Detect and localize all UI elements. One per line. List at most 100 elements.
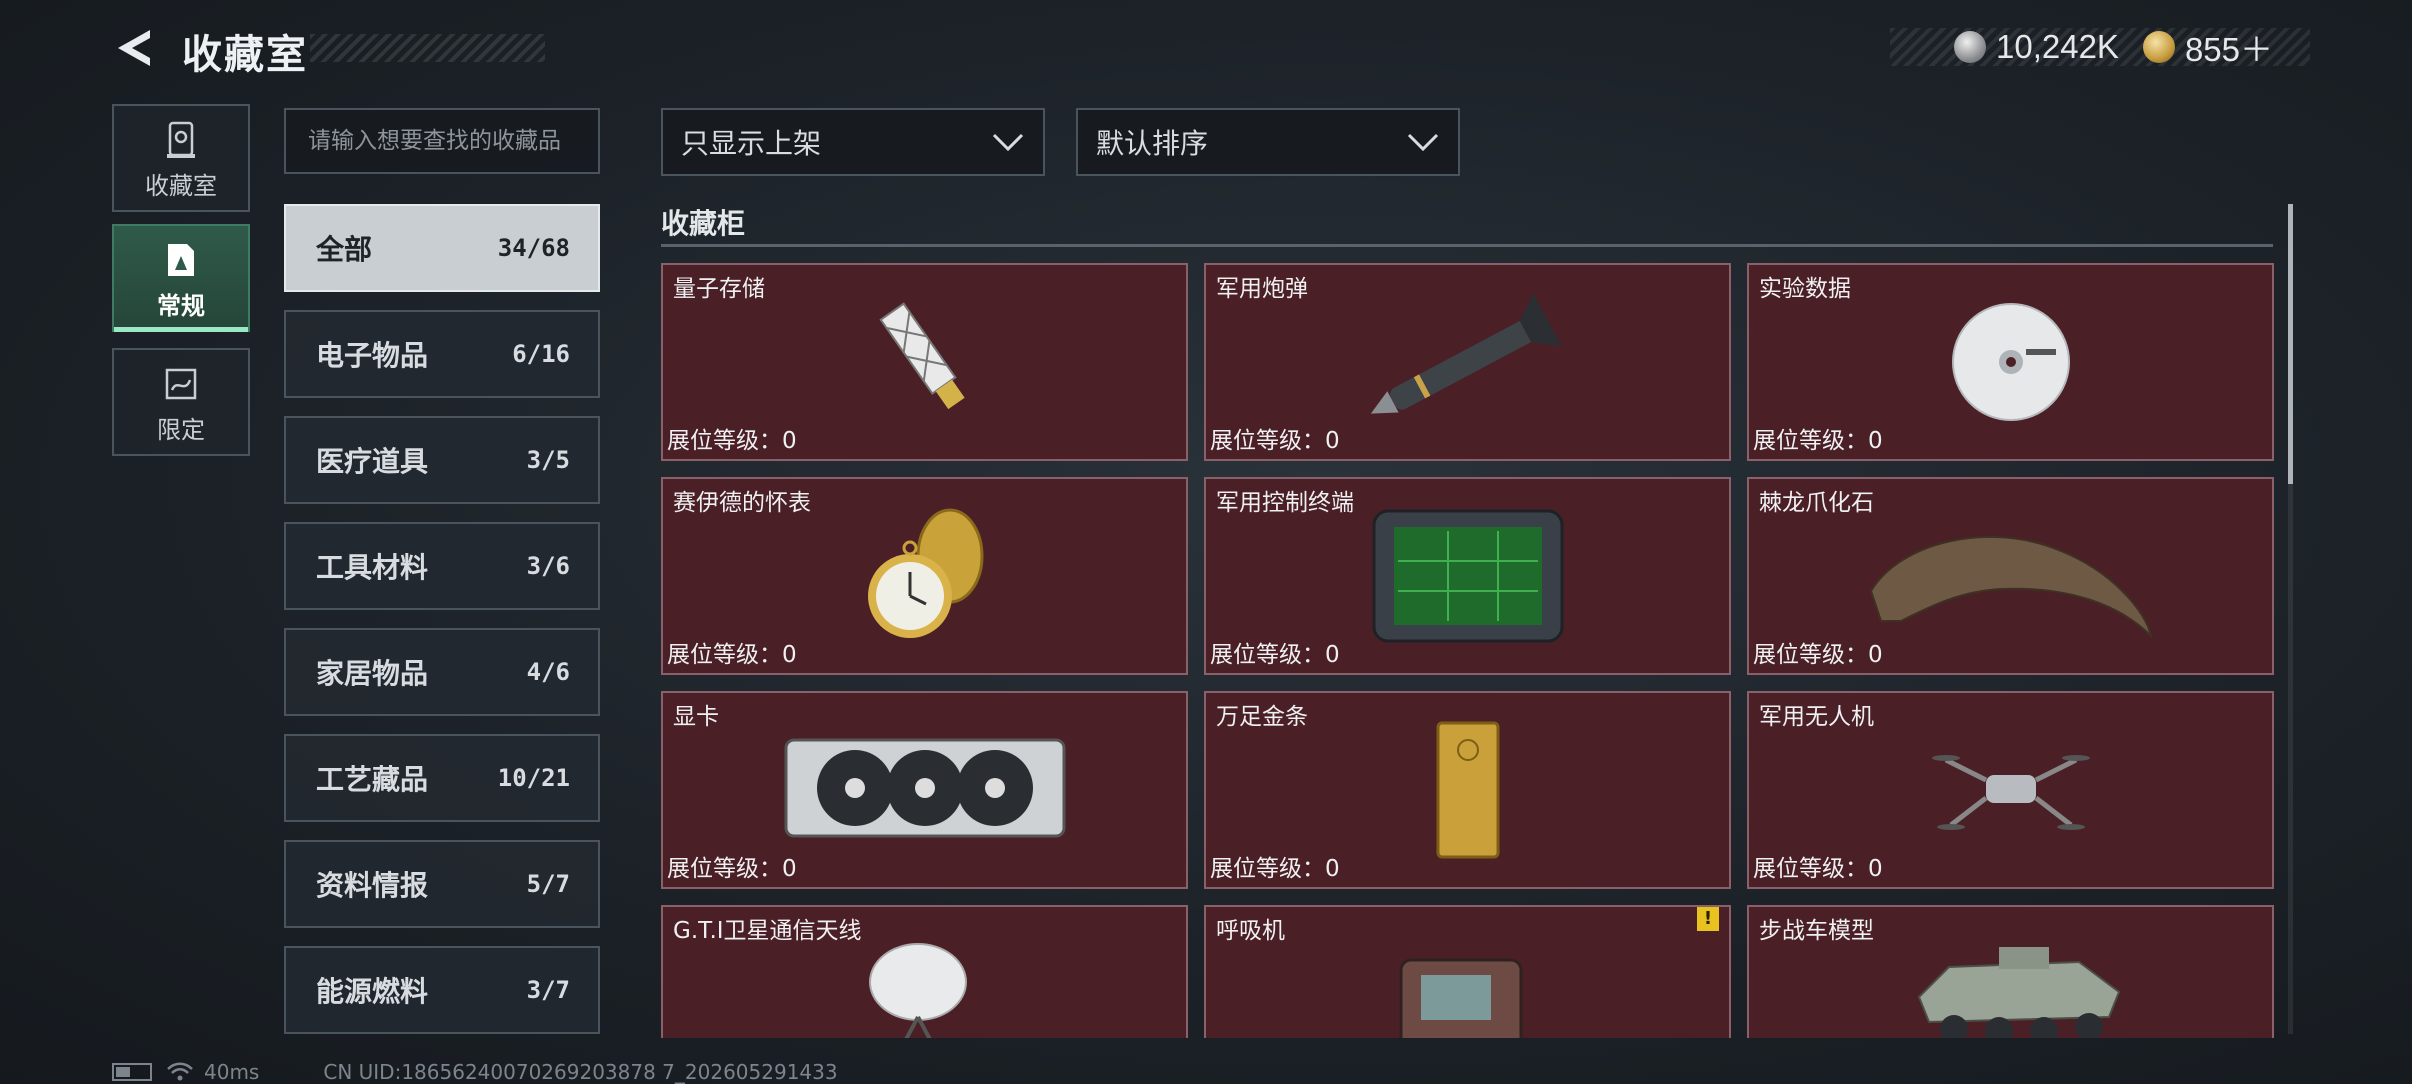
collection-card[interactable]: 万足金条 展位等级：0: [1204, 691, 1731, 889]
scrollbar[interactable]: [2288, 204, 2293, 1034]
item-level: 展位等级：0: [1753, 428, 1883, 454]
category-crafts[interactable]: 工艺藏品 10/21: [284, 734, 600, 822]
collection-card[interactable]: 军用控制终端 展位等级：0: [1204, 477, 1731, 675]
chevron-down-icon: [992, 133, 1024, 152]
category-count: 6/16: [512, 340, 570, 368]
ping-value: 40ms: [204, 1060, 260, 1084]
section-title: 收藏柜: [661, 207, 746, 240]
collection-card[interactable]: 显卡 展位等级：0: [661, 691, 1188, 889]
gold-coin-icon: [2142, 31, 2175, 63]
collection-card[interactable]: 军用无人机 展位等级：0: [1747, 691, 2274, 889]
satellite-dish-icon: [869, 943, 967, 1038]
category-all[interactable]: 全部 34/68: [284, 204, 600, 292]
drone-icon: [1931, 755, 2090, 830]
warning-badge-icon: !: [1697, 907, 1719, 931]
item-name: 赛伊德的怀表: [673, 490, 811, 516]
display-filter-value: 只显示上架: [681, 127, 822, 160]
sort-value: 默认排序: [1096, 127, 1209, 160]
category-count: 3/7: [526, 976, 570, 1004]
item-name: 呼吸机: [1216, 918, 1285, 944]
collection-grid: 量子存储 展位等级：0 军用炮弹 展位等级：0 实验数据 展位等级：0 赛伊德的…: [661, 263, 2275, 1038]
silver-coin-icon: [1954, 31, 1986, 63]
scroll-thumb[interactable]: [2288, 204, 2293, 484]
wifi-icon: [167, 1062, 193, 1081]
sort-dropdown[interactable]: 默认排序: [1076, 108, 1460, 176]
collection-card[interactable]: 赛伊德的怀表 展位等级：0: [661, 477, 1188, 675]
nav-label: 收藏室: [145, 172, 217, 200]
category-count: 34/68: [497, 234, 570, 262]
title-decoration: [310, 34, 545, 62]
item-level: 展位等级：0: [1210, 856, 1340, 882]
item-name: 显卡: [673, 704, 719, 730]
category-electronics[interactable]: 电子物品 6/16: [284, 310, 600, 398]
category-count: 3/6: [526, 552, 570, 580]
collection-card[interactable]: 棘龙爪化石 展位等级：0: [1747, 477, 2274, 675]
collection-card[interactable]: G.T.I卫星通信天线: [661, 905, 1188, 1038]
collection-room-icon: [167, 121, 195, 158]
category-medical[interactable]: 医疗道具 3/5: [284, 416, 600, 504]
category-name: 能源燃料: [316, 975, 429, 1008]
ventilator-icon: [1399, 958, 1523, 1038]
claw-fossil-icon: [1869, 535, 2153, 640]
item-name: 万足金条: [1216, 704, 1308, 730]
search-input[interactable]: [284, 108, 600, 174]
collection-card[interactable]: 步战车模型: [1747, 905, 2274, 1038]
control-terminal-icon: [1372, 509, 1563, 643]
item-name: 步战车模型: [1759, 918, 1874, 944]
category-name: 电子物品: [316, 339, 429, 372]
item-name: G.T.I卫星通信天线: [673, 918, 862, 944]
ifv-model-icon: [1917, 947, 2121, 1038]
item-level: 展位等级：0: [667, 642, 797, 668]
quantum-storage-icon: [878, 302, 965, 410]
category-fuel[interactable]: 能源燃料 3/7: [284, 946, 600, 1034]
nav-label: 限定: [157, 416, 205, 444]
item-level: 展位等级：0: [667, 428, 797, 454]
military-shell-icon: [1370, 293, 1562, 414]
back-arrow-icon[interactable]: [110, 24, 158, 72]
category-name: 家居物品: [316, 657, 429, 690]
category-name: 医疗道具: [316, 445, 429, 478]
item-name: 量子存储: [673, 276, 765, 302]
item-level: 展位等级：0: [667, 856, 797, 882]
chevron-down-icon: [1407, 133, 1439, 152]
item-level: 展位等级：0: [1753, 856, 1883, 882]
category-tools[interactable]: 工具材料 3/6: [284, 522, 600, 610]
nav-label: 常规: [157, 292, 205, 320]
category-name: 资料情报: [316, 869, 429, 902]
collection-card[interactable]: 军用炮弹 展位等级：0: [1204, 263, 1731, 461]
status-footer: 40ms CN UID:18656240070269203878 7_20260…: [112, 1060, 838, 1084]
silver-currency[interactable]: 10,242K: [1954, 28, 2119, 66]
collection-card[interactable]: 呼吸机 !: [1204, 905, 1731, 1038]
nav-collection-room[interactable]: 收藏室: [112, 104, 250, 212]
section-divider: [661, 244, 2273, 247]
nav-regular[interactable]: 常规: [112, 224, 250, 332]
regular-collection-icon: [168, 244, 194, 276]
category-intel[interactable]: 资料情报 5/7: [284, 840, 600, 928]
item-name: 军用炮弹: [1216, 276, 1308, 302]
item-name: 军用控制终端: [1216, 490, 1354, 516]
category-name: 工具材料: [316, 551, 429, 584]
item-name: 军用无人机: [1759, 704, 1874, 730]
category-count: 4/6: [526, 658, 570, 686]
category-household[interactable]: 家居物品 4/6: [284, 628, 600, 716]
item-name: 棘龙爪化石: [1759, 490, 1874, 516]
gold-currency-value: 855＋: [2184, 31, 2274, 68]
collection-card[interactable]: 量子存储 展位等级：0: [661, 263, 1188, 461]
collection-card[interactable]: 实验数据 展位等级：0: [1747, 263, 2274, 461]
display-filter-dropdown[interactable]: 只显示上架: [661, 108, 1045, 176]
item-level: 展位等级：0: [1210, 428, 1340, 454]
item-level: 展位等级：0: [1210, 642, 1340, 668]
currency-bar: 10,242K 855＋: [1890, 28, 2310, 68]
battery-icon: [112, 1063, 152, 1081]
item-level: 展位等级：0: [1753, 642, 1883, 668]
graphics-card-icon: [784, 738, 1065, 838]
header: 收藏室 10,242K 855＋: [0, 0, 2412, 100]
gold-bar-icon: [1436, 721, 1499, 859]
category-name: 全部: [316, 233, 373, 266]
silver-currency-value: 10,242K: [1996, 28, 2119, 65]
pocket-watch-icon: [867, 508, 983, 638]
nav-limited[interactable]: 限定: [112, 348, 250, 456]
item-name: 实验数据: [1759, 276, 1851, 302]
gold-currency[interactable]: 855＋: [2142, 23, 2274, 71]
limited-collection-icon: [165, 368, 197, 400]
